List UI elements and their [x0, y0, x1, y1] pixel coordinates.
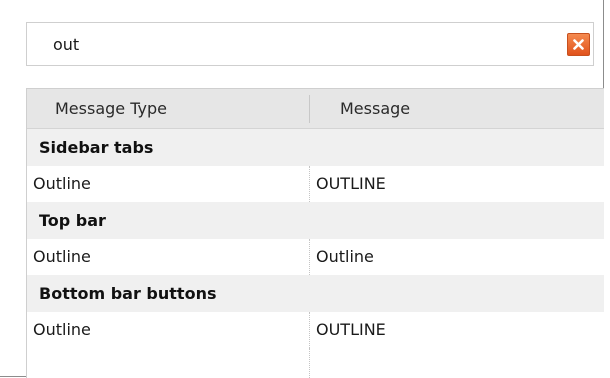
column-separator — [309, 239, 310, 275]
message-type-cell: Outline — [33, 320, 91, 339]
table-row[interactable]: Outline Outline — [27, 239, 604, 275]
clear-search-button[interactable] — [567, 33, 590, 56]
table-row[interactable]: Outline OUTLINE — [27, 166, 604, 202]
table-row[interactable]: Outline OUTLINE — [27, 312, 604, 348]
group-label: Bottom bar buttons — [39, 284, 217, 303]
column-separator — [309, 166, 310, 202]
message-cell: OUTLINE — [316, 174, 386, 193]
column-separator — [309, 348, 310, 378]
close-icon — [573, 39, 584, 50]
search-input[interactable] — [53, 32, 533, 56]
group-row-bottom-bar-buttons[interactable]: Bottom bar buttons — [27, 275, 604, 312]
column-header-message-type[interactable]: Message Type — [27, 89, 309, 128]
group-label: Top bar — [39, 211, 106, 230]
group-label: Sidebar tabs — [39, 138, 154, 157]
column-separator — [309, 312, 310, 348]
group-row-sidebar-tabs[interactable]: Sidebar tabs — [27, 129, 604, 166]
column-header-message[interactable]: Message — [309, 89, 604, 128]
message-type-cell: Outline — [33, 174, 91, 193]
group-row-top-bar[interactable]: Top bar — [27, 202, 604, 239]
table-header: Message Type Message — [27, 89, 604, 129]
message-cell: Outline — [316, 247, 374, 266]
filter-panel: Message Type Message Sidebar tabs Outlin… — [0, 0, 604, 378]
table-row-empty — [27, 348, 604, 378]
message-cell: OUTLINE — [316, 320, 386, 339]
message-type-cell: Outline — [33, 247, 91, 266]
search-box — [26, 22, 594, 66]
messages-table: Message Type Message Sidebar tabs Outlin… — [26, 88, 604, 378]
